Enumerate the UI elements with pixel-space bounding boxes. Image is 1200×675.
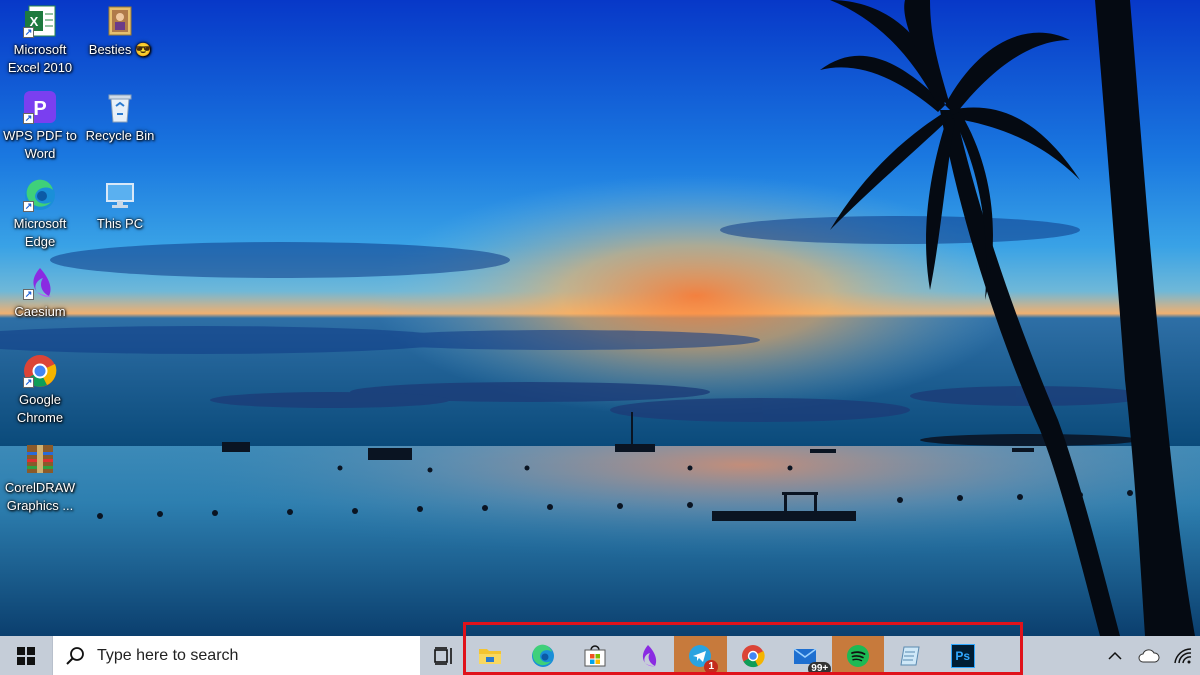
desktop-icon-recycle-bin[interactable]: Recycle Bin	[81, 90, 159, 145]
taskbar-app-spotify[interactable]	[831, 636, 884, 675]
onedrive-button[interactable]	[1132, 636, 1166, 675]
desktop-icon-label: Recycle Bin	[85, 128, 155, 143]
caesium-icon	[642, 644, 656, 666]
coreldraw-icon	[23, 442, 57, 476]
onedrive-icon	[1138, 648, 1160, 662]
chrome-icon	[741, 644, 765, 667]
mail-icon: 99+	[793, 644, 832, 675]
desktop-icon-label: Besties 😎	[88, 42, 152, 57]
caesium-icon: ↗	[23, 266, 57, 300]
telegram-icon: 1	[688, 644, 719, 674]
spotify-icon	[846, 644, 869, 667]
desktop-icon-label: WPS PDF to Word	[3, 128, 77, 161]
system-tray	[1098, 636, 1200, 675]
desktop-icon-label: Caesium	[14, 304, 66, 319]
photoshop-icon: Ps	[950, 643, 975, 668]
edge-icon	[531, 644, 554, 667]
desktop-icon-label: Google Chrome	[16, 392, 64, 425]
wifi-button[interactable]	[1166, 636, 1200, 675]
windows-logo-icon	[17, 646, 35, 665]
desktop-icon-coreldraw[interactable]: CorelDRAW Graphics ...	[1, 442, 79, 515]
pinned-apps: 1 99+ Ps	[464, 636, 989, 675]
desktop-icon-besties[interactable]: Besties 😎	[81, 4, 159, 59]
desktop-icon-edge[interactable]: ↗ Microsoft Edge	[1, 178, 79, 251]
svg-text:P: P	[33, 98, 46, 120]
task-view-icon	[434, 646, 452, 665]
edge-icon: ↗	[23, 178, 57, 212]
desktop-icon-wps-pdf[interactable]: P ↗ WPS PDF to Word	[1, 90, 79, 163]
start-button[interactable]	[0, 636, 52, 675]
desktop-icon-this-pc[interactable]: This PC	[81, 178, 159, 233]
folder-photo-icon	[103, 4, 137, 38]
wps-pdf-icon: P ↗	[23, 90, 57, 124]
desktop-icon-label: Microsoft Excel 2010	[7, 42, 73, 75]
desktop-icon-label: CorelDRAW Graphics ...	[4, 480, 76, 513]
taskbar-app-notepad[interactable]	[884, 636, 937, 675]
search-box[interactable]	[52, 636, 420, 675]
task-view-button[interactable]	[420, 636, 468, 675]
desktop-icon-label: This PC	[96, 216, 144, 231]
taskbar-app-chrome[interactable]	[727, 636, 780, 675]
taskbar: 1 99+	[0, 622, 1200, 675]
taskbar-app-photoshop[interactable]: Ps	[937, 636, 990, 675]
excel-icon: X ↗	[23, 4, 57, 38]
taskbar-app-caesium[interactable]	[622, 636, 675, 675]
photoshop-label: Ps	[955, 648, 971, 663]
wifi-icon	[1174, 647, 1192, 663]
store-icon	[584, 644, 606, 666]
notepad-icon	[900, 646, 920, 665]
notification-badge: 99+	[808, 661, 832, 675]
notification-badge: 1	[704, 659, 719, 674]
desktop-icon-caesium[interactable]: ↗ Caesium	[1, 266, 79, 321]
taskbar-app-store[interactable]	[569, 636, 622, 675]
this-pc-icon	[103, 178, 137, 212]
desktop-icon-label: Microsoft Edge	[13, 216, 67, 249]
desktop-icon-chrome[interactable]: ↗ Google Chrome	[1, 354, 79, 427]
chrome-icon: ↗	[23, 354, 57, 388]
taskbar-app-edge[interactable]	[517, 636, 570, 675]
taskbar-app-file-explorer[interactable]	[464, 636, 517, 675]
chevron-up-icon	[1108, 651, 1122, 660]
file-explorer-icon	[479, 648, 502, 664]
desktop-icon-excel[interactable]: X ↗ Microsoft Excel 2010	[1, 4, 79, 77]
recycle-bin-icon	[103, 90, 137, 124]
show-hidden-icons-button[interactable]	[1098, 636, 1132, 675]
search-icon	[66, 646, 84, 665]
desktop-wallpaper	[0, 0, 1200, 636]
taskbar-app-mail[interactable]: 99+	[779, 636, 832, 675]
taskbar-app-telegram[interactable]: 1	[674, 636, 727, 675]
search-input[interactable]	[97, 646, 397, 665]
